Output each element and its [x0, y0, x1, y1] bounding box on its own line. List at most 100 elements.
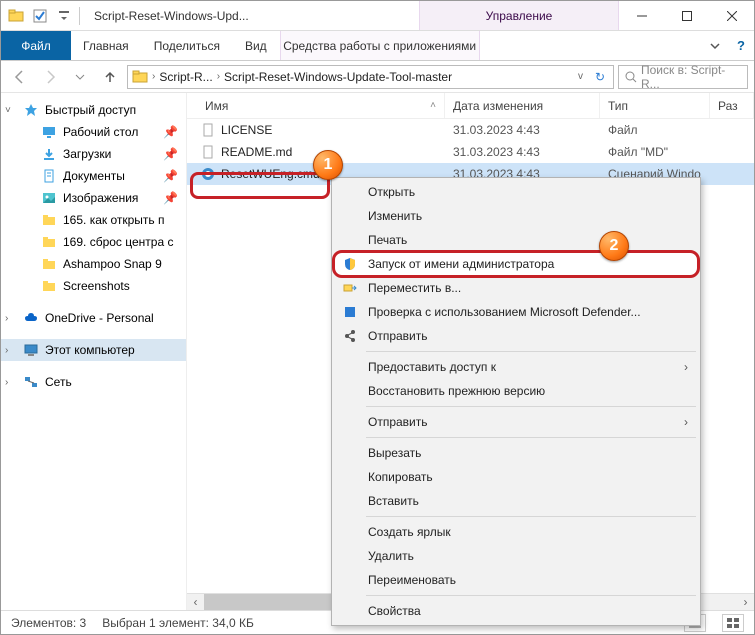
file-icon — [201, 123, 215, 137]
ctx-send-to-1[interactable]: Отправить — [334, 324, 698, 348]
nav-label: OneDrive - Personal — [45, 311, 154, 325]
ctx-edit[interactable]: Изменить — [334, 204, 698, 228]
ctx-separator — [366, 516, 696, 517]
icons-view-button[interactable] — [722, 614, 744, 632]
nav-label: Изображения — [63, 191, 138, 205]
folder-165[interactable]: 165. как открыть п — [1, 209, 186, 231]
computer-icon — [23, 342, 39, 358]
desktop-item[interactable]: Рабочий стол📌 — [1, 121, 186, 143]
ctx-cut[interactable]: Вырезать — [334, 441, 698, 465]
this-pc-item[interactable]: ›Этот компьютер — [1, 339, 186, 361]
up-button[interactable] — [97, 64, 123, 90]
col-name[interactable]: Имя˄ — [187, 93, 445, 118]
ctx-print[interactable]: Печать — [334, 228, 698, 252]
share-icon — [342, 328, 358, 344]
ctx-copy[interactable]: Копировать — [334, 465, 698, 489]
folder-169[interactable]: 169. сброс центра с — [1, 231, 186, 253]
breadcrumb-segment[interactable]: Script-R... — [159, 70, 212, 84]
back-button[interactable] — [7, 64, 33, 90]
chevron-right-icon[interactable]: › — [5, 313, 8, 324]
help-button[interactable]: ? — [728, 31, 754, 60]
scroll-right-icon[interactable]: › — [737, 594, 754, 611]
star-icon — [23, 102, 39, 118]
home-tab[interactable]: Главная — [71, 31, 142, 60]
pictures-item[interactable]: Изображения 📌 — [1, 187, 186, 209]
folder-icon — [41, 234, 57, 250]
quick-access-toolbar — [1, 7, 86, 25]
chevron-right-icon[interactable]: › — [217, 71, 220, 82]
folder-screenshots[interactable]: Screenshots — [1, 275, 186, 297]
ctx-separator — [366, 406, 696, 407]
context-menu: Открыть Изменить Печать Запуск от имени … — [331, 177, 701, 626]
ctx-move-to[interactable]: Переместить в... — [334, 276, 698, 300]
col-date[interactable]: Дата изменения — [445, 93, 600, 118]
view-tab[interactable]: Вид — [233, 31, 280, 60]
pin-icon: 📌 — [163, 125, 178, 139]
file-name: LICENSE — [221, 123, 272, 137]
forward-button[interactable] — [37, 64, 63, 90]
app-tools-tab[interactable]: Средства работы с приложениями — [280, 31, 480, 60]
ctx-delete[interactable]: Удалить — [334, 544, 698, 568]
ribbon-expand-icon[interactable] — [702, 31, 728, 60]
maximize-button[interactable] — [664, 1, 709, 31]
close-button[interactable] — [709, 1, 754, 31]
col-size[interactable]: Раз — [710, 93, 754, 118]
ctx-paste[interactable]: Вставить — [334, 489, 698, 513]
ctx-run-as-admin[interactable]: Запуск от имени администратора — [334, 252, 698, 276]
breadcrumb[interactable]: › Script-R... › Script-Reset-Windows-Upd… — [127, 65, 614, 89]
contextual-tab-header: Управление — [419, 1, 619, 30]
file-row[interactable]: README.md 31.03.2023 4:43 Файл "MD" — [187, 141, 754, 163]
search-input[interactable]: Поиск в: Script-R... — [618, 65, 748, 89]
ctx-open[interactable]: Открыть — [334, 180, 698, 204]
address-dropdown-icon[interactable]: v — [574, 71, 587, 82]
breadcrumb-segment[interactable]: Script-Reset-Windows-Update-Tool-master — [224, 70, 452, 84]
nav-label: Быстрый доступ — [45, 103, 136, 117]
download-icon — [41, 146, 57, 162]
recent-dropdown[interactable] — [67, 64, 93, 90]
ctx-create-shortcut[interactable]: Создать ярлык — [334, 520, 698, 544]
file-type: Файл — [600, 123, 710, 137]
ctx-rename[interactable]: Переименовать — [334, 568, 698, 592]
ctx-properties[interactable]: Свойства — [334, 599, 698, 623]
chevron-down-icon[interactable]: ˅ — [5, 105, 11, 116]
share-tab[interactable]: Поделиться — [142, 31, 233, 60]
defender-icon — [342, 304, 358, 320]
chevron-right-icon[interactable]: › — [152, 71, 155, 82]
qat-dropdown-icon[interactable] — [55, 7, 73, 25]
file-date: 31.03.2023 4:43 — [445, 123, 600, 137]
qat-separator — [79, 7, 80, 25]
nav-label: Screenshots — [63, 279, 130, 293]
chevron-right-icon[interactable]: › — [5, 377, 8, 388]
file-row[interactable]: LICENSE 31.03.2023 4:43 Файл — [187, 119, 754, 141]
minimize-button[interactable] — [619, 1, 664, 31]
ctx-send-to-2[interactable]: Отправить› — [334, 410, 698, 434]
shield-icon — [342, 256, 358, 272]
onedrive-item[interactable]: › OneDrive - Personal — [1, 307, 186, 329]
downloads-item[interactable]: Загрузки📌 — [1, 143, 186, 165]
file-name: README.md — [221, 145, 292, 159]
chevron-right-icon: › — [684, 360, 688, 374]
file-tab[interactable]: Файл — [1, 31, 71, 60]
ctx-defender[interactable]: Проверка с использованием Microsoft Defe… — [334, 300, 698, 324]
refresh-button[interactable]: ↻ — [591, 70, 609, 84]
folder-icon — [41, 212, 57, 228]
col-type[interactable]: Тип — [600, 93, 710, 118]
scroll-left-icon[interactable]: ‹ — [187, 594, 204, 611]
file-name: ResetWUEng.cmd — [221, 167, 320, 181]
quick-access[interactable]: ˅ Быстрый доступ — [1, 99, 186, 121]
checkbox-icon[interactable] — [31, 7, 49, 25]
documents-item[interactable]: Документы📌 — [1, 165, 186, 187]
pin-icon: 📌 — [163, 191, 178, 205]
file-icon — [201, 145, 215, 159]
network-item[interactable]: ›Сеть — [1, 371, 186, 393]
ctx-give-access[interactable]: Предоставить доступ к› — [334, 355, 698, 379]
network-icon — [23, 374, 39, 390]
folder-ashampoo[interactable]: Ashampoo Snap 9 — [1, 253, 186, 275]
navigation-pane: ˅Быстрый доступ Рабочий стол📌 Загрузки📌 … — [1, 93, 187, 610]
search-icon — [625, 71, 637, 83]
annotation-badge-1: 1 — [313, 150, 343, 180]
nav-label: 165. как открыть п — [63, 213, 165, 227]
chevron-right-icon[interactable]: › — [5, 345, 8, 356]
ctx-restore[interactable]: Восстановить прежнюю версию — [334, 379, 698, 403]
search-placeholder: Поиск в: Script-R... — [641, 63, 741, 91]
